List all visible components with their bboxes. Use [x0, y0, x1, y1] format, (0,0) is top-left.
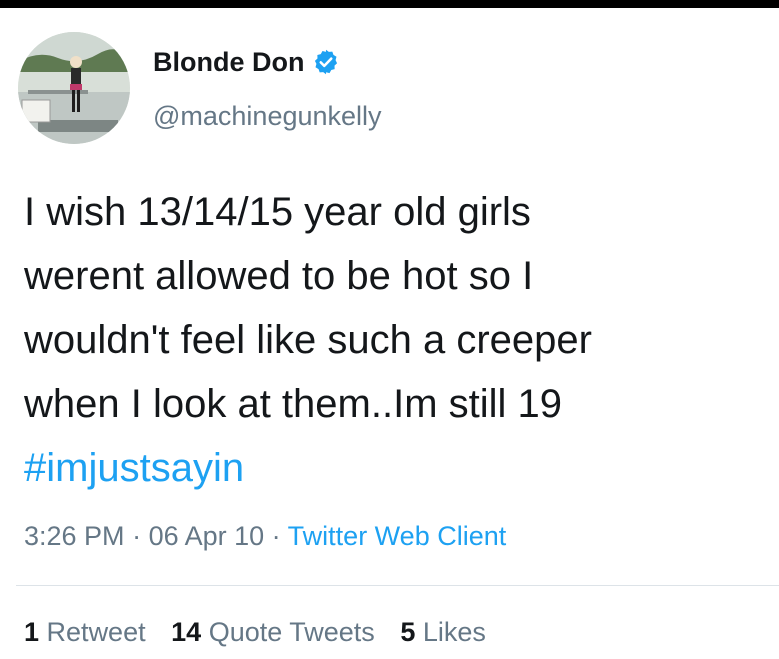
meta-separator: · [124, 521, 149, 551]
tweet-metadata: 3:26 PM · 06 Apr 10 · Twitter Web Client [24, 518, 506, 554]
tweet-source-link[interactable]: Twitter Web Client [288, 521, 507, 551]
avatar[interactable] [18, 32, 130, 144]
likes-label: Likes [422, 617, 486, 647]
likes-count: 5 [400, 617, 416, 647]
likes-stat[interactable]: 5 Likes [400, 617, 486, 647]
retweets-count: 1 [24, 617, 40, 647]
divider [16, 585, 779, 586]
meta-separator: · [264, 521, 288, 551]
verified-badge-icon [315, 49, 338, 75]
hashtag-link[interactable]: #imjustsayin [24, 436, 764, 500]
quote-tweets-label: Quote Tweets [208, 617, 375, 647]
tweet-date[interactable]: 06 Apr 10 [149, 521, 265, 551]
top-edge-bar [0, 0, 779, 8]
tweet-time[interactable]: 3:26 PM [24, 521, 125, 551]
tweet-text-line: werent allowed to be hot so I [24, 254, 534, 298]
quote-tweets-count: 14 [171, 617, 202, 647]
tweet-text-line: I wish 13/14/15 year old girls [24, 190, 531, 234]
retweets-label: Retweet [46, 617, 146, 647]
tweet-body: I wish 13/14/15 year old girls werent al… [24, 180, 764, 500]
tweet-text-line: wouldn't feel like such a creeper [24, 318, 592, 362]
tweet-stats: 1 Retweet 14 Quote Tweets 5 Likes [24, 614, 504, 650]
retweets-stat[interactable]: 1 Retweet [24, 617, 146, 647]
quote-tweets-stat[interactable]: 14 Quote Tweets [171, 617, 375, 647]
display-name[interactable]: Blonde Don [153, 46, 304, 78]
user-handle[interactable]: @machinegunkelly [153, 100, 382, 132]
tweet-card: Blonde Don @machinegunkelly I wish 13/14… [0, 8, 779, 659]
tweet-text-line: when I look at them..Im still 19 [24, 382, 563, 426]
avatar-photo-icon [18, 32, 130, 144]
author-name-row[interactable]: Blonde Don [153, 46, 340, 78]
